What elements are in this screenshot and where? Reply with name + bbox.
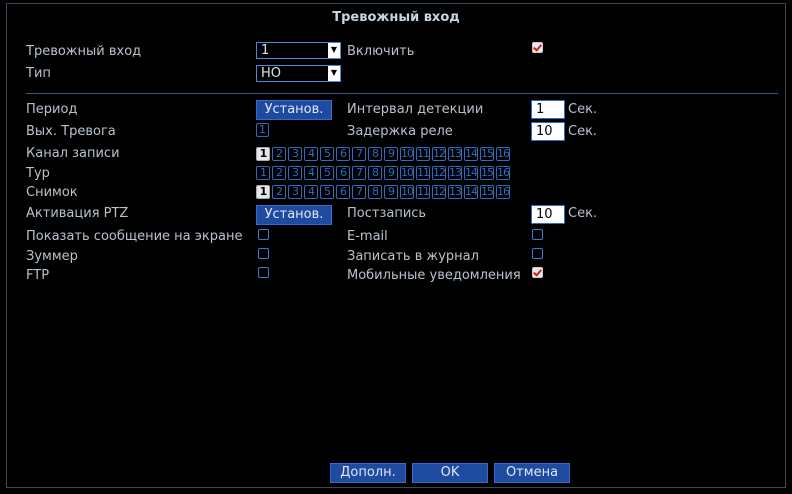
detect-interval-input[interactable]: 1	[531, 100, 565, 119]
period-label: Период	[26, 102, 78, 117]
channel-box[interactable]: 15	[480, 147, 494, 161]
buzzer-label: Зуммер	[26, 249, 78, 264]
channel-box[interactable]: 4	[304, 147, 318, 161]
channel-box[interactable]: 7	[352, 147, 366, 161]
post-record-label: Постзапись	[347, 206, 427, 221]
channel-box[interactable]: 11	[416, 185, 430, 199]
type-label: Тип	[26, 66, 51, 81]
channel-box[interactable]: 11	[416, 147, 430, 161]
snapshot-label: Снимок	[26, 185, 78, 200]
record-channel-label: Канал записи	[26, 146, 120, 161]
enable-label: Включить	[347, 44, 415, 59]
dialog-title: Тревожный вход	[332, 10, 460, 25]
channel-box[interactable]: 5	[320, 166, 334, 180]
tour-label: Тур	[26, 166, 50, 181]
channel-box[interactable]: 2	[272, 166, 286, 180]
snapshot-channel-selector: 1 2 3 4 5 6 7 8 9 10 11 12 13 14 15 16	[256, 185, 512, 199]
channel-box[interactable]: 9	[384, 166, 398, 180]
write-log-checkbox[interactable]	[532, 248, 543, 259]
alarm-input-label: Тревожный вход	[26, 44, 142, 59]
cancel-button[interactable]: Отмена	[494, 463, 570, 483]
channel-box[interactable]: 10	[400, 185, 414, 199]
channel-box[interactable]: 6	[336, 147, 350, 161]
channel-box[interactable]: 1	[256, 166, 270, 180]
channel-box[interactable]: 7	[352, 185, 366, 199]
post-record-unit: Сек.	[568, 206, 598, 221]
divider	[26, 93, 778, 94]
type-select[interactable]: НО ▼	[256, 65, 341, 82]
chevron-down-icon: ▼	[328, 66, 340, 81]
channel-box[interactable]: 14	[464, 147, 478, 161]
detect-interval-unit: Сек.	[568, 102, 598, 117]
write-log-label: Записать в журнал	[347, 249, 479, 264]
channel-box[interactable]: 13	[448, 185, 462, 199]
mobile-label: Мобильные уведомления	[347, 268, 521, 283]
channel-box[interactable]: 16	[496, 185, 510, 199]
channel-box[interactable]: 16	[496, 166, 510, 180]
channel-box[interactable]: 9	[384, 185, 398, 199]
channel-box[interactable]: 13	[448, 166, 462, 180]
record-channel-selector: 1 2 3 4 5 6 7 8 9 10 11 12 13 14 15 16	[256, 147, 512, 161]
type-value: НО	[261, 66, 282, 81]
channel-box[interactable]: 15	[480, 185, 494, 199]
channel-box[interactable]: 6	[336, 185, 350, 199]
channel-box[interactable]: 14	[464, 166, 478, 180]
ftp-label: FTP	[26, 268, 50, 283]
show-message-label: Показать сообщение на экране	[26, 229, 243, 244]
relay-delay-label: Задержка реле	[347, 124, 453, 139]
advanced-button[interactable]: Дополн.	[330, 463, 406, 483]
mobile-checkbox[interactable]	[532, 267, 543, 278]
channel-box[interactable]: 3	[288, 185, 302, 199]
channel-box[interactable]: 12	[432, 185, 446, 199]
channel-box[interactable]: 1	[256, 185, 270, 199]
chevron-down-icon: ▼	[328, 43, 340, 58]
channel-box[interactable]: 8	[368, 166, 382, 180]
enable-checkbox[interactable]	[532, 42, 543, 53]
period-set-button[interactable]: Установ.	[256, 100, 332, 120]
post-record-input[interactable]: 10	[531, 205, 565, 224]
channel-box[interactable]: 11	[416, 166, 430, 180]
channel-box[interactable]: 15	[480, 166, 494, 180]
detect-interval-label: Интервал детекции	[347, 102, 484, 117]
channel-box[interactable]: 2	[272, 147, 286, 161]
channel-box[interactable]: 3	[288, 166, 302, 180]
channel-box[interactable]: 1	[256, 147, 270, 161]
channel-box[interactable]: 9	[384, 147, 398, 161]
channel-box[interactable]: 12	[432, 166, 446, 180]
channel-box[interactable]: 3	[288, 147, 302, 161]
channel-box[interactable]: 7	[352, 166, 366, 180]
channel-box[interactable]: 10	[400, 166, 414, 180]
relay-delay-input[interactable]: 10	[531, 122, 565, 141]
email-label: E-mail	[347, 229, 388, 244]
channel-box[interactable]: 14	[464, 185, 478, 199]
channel-box[interactable]: 8	[368, 147, 382, 161]
channel-box[interactable]: 2	[272, 185, 286, 199]
show-message-checkbox[interactable]	[258, 229, 269, 240]
channel-box[interactable]: 8	[368, 185, 382, 199]
channel-box[interactable]: 13	[448, 147, 462, 161]
channel-box[interactable]: 16	[496, 147, 510, 161]
alarm-input-value: 1	[261, 43, 270, 58]
tour-channel-selector: 1 2 3 4 5 6 7 8 9 10 11 12 13 14 15 16	[256, 166, 512, 180]
ftp-checkbox[interactable]	[258, 267, 269, 278]
channel-box[interactable]: 5	[320, 185, 334, 199]
channel-box[interactable]: 6	[336, 166, 350, 180]
channel-box[interactable]: 4	[304, 166, 318, 180]
relay-delay-unit: Сек.	[568, 124, 598, 139]
channel-box[interactable]: 10	[400, 147, 414, 161]
channel-box[interactable]: 4	[304, 185, 318, 199]
ok-button[interactable]: OK	[412, 463, 488, 483]
alarm-out-channel-1[interactable]: 1	[256, 123, 269, 137]
email-checkbox[interactable]	[532, 229, 543, 240]
ptz-set-button[interactable]: Установ.	[256, 205, 332, 225]
buzzer-checkbox[interactable]	[258, 248, 269, 259]
channel-box[interactable]: 5	[320, 147, 334, 161]
ptz-label: Активация PTZ	[26, 206, 129, 221]
channel-box[interactable]: 12	[432, 147, 446, 161]
alarm-input-select[interactable]: 1 ▼	[256, 42, 341, 59]
dialog-frame	[6, 3, 786, 488]
alarm-out-label: Вых. Тревога	[26, 124, 116, 139]
